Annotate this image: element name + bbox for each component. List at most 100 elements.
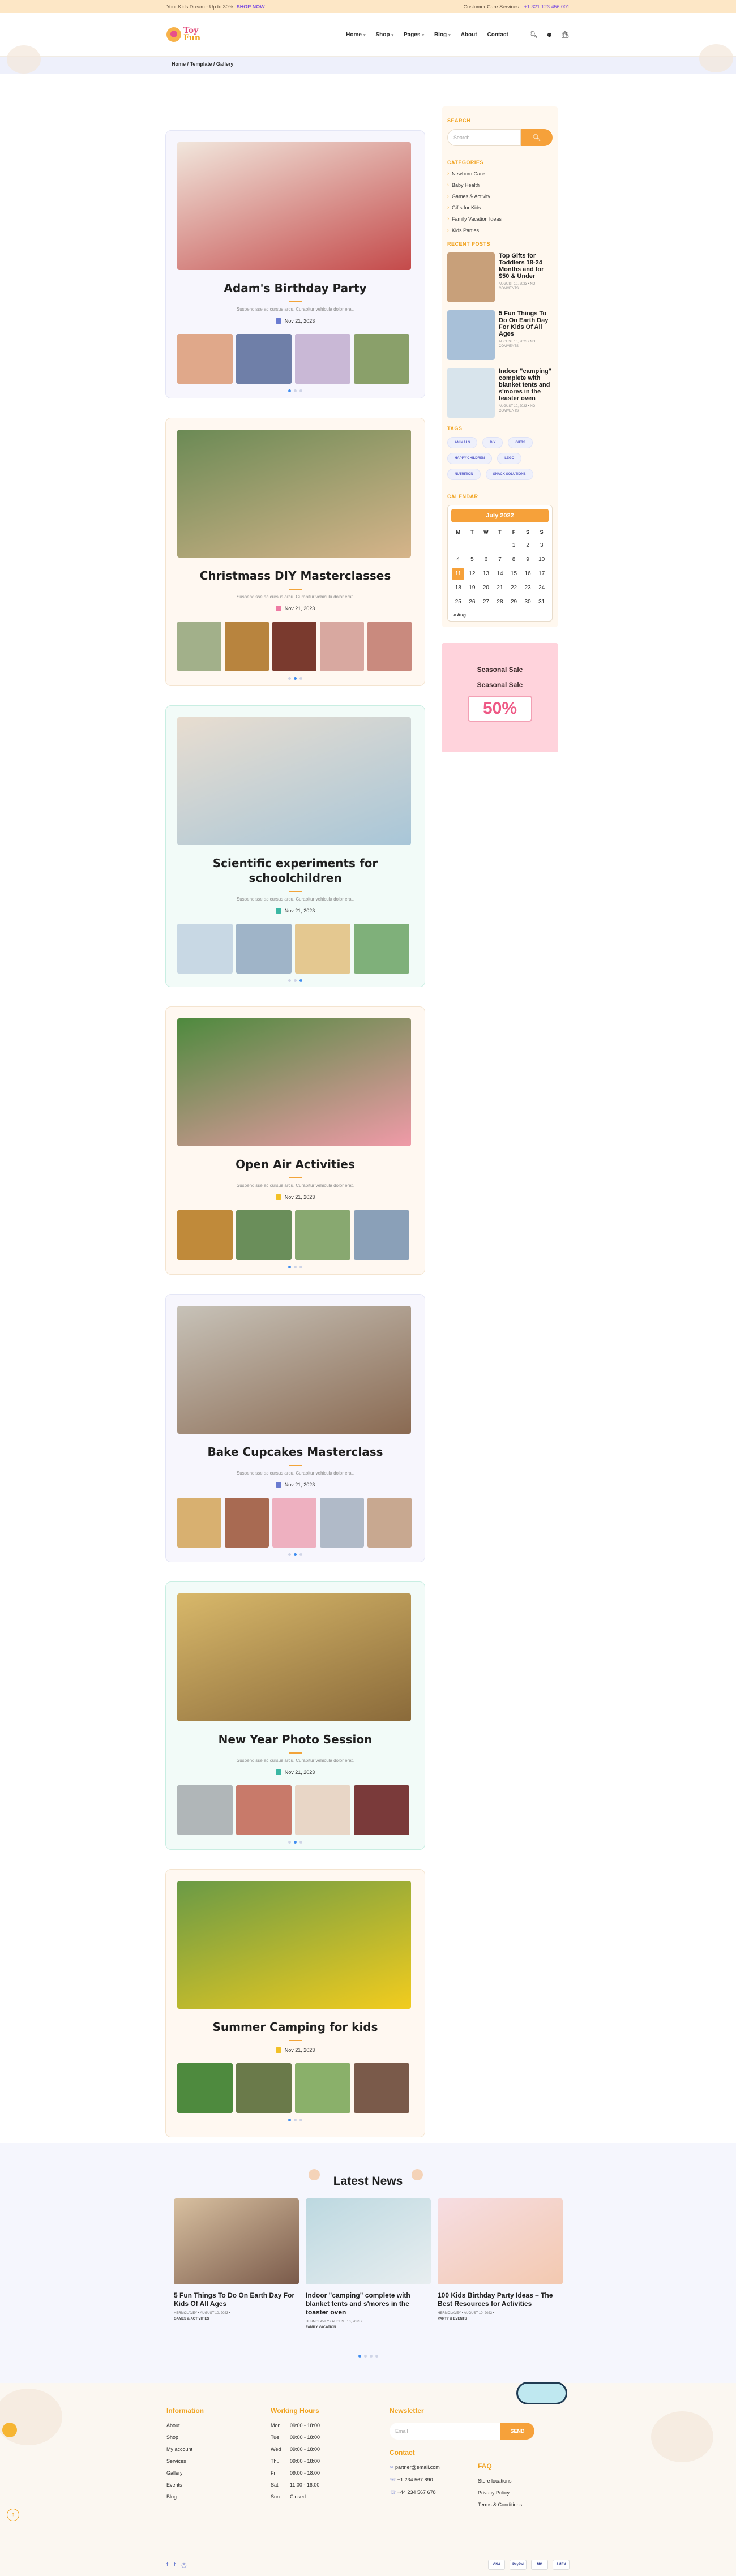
post-title[interactable]: Scientific experiments for schoolchildre… [177, 856, 413, 885]
search-icon[interactable]: 🔍︎ [529, 31, 538, 38]
thumbnail-image[interactable] [236, 2063, 292, 2113]
slider-dot[interactable] [294, 677, 297, 680]
recent-post[interactable]: Top Gifts for Toddlers 18-24 Months and … [447, 252, 553, 302]
thumbnail-image[interactable] [236, 924, 292, 974]
calendar-day[interactable]: 20 [479, 581, 493, 595]
thumbnail-image[interactable] [177, 1498, 221, 1548]
post-title[interactable]: Bake Cupcakes Masterclass [177, 1445, 413, 1459]
pagination-dot[interactable] [369, 2355, 373, 2358]
thumbnail-image[interactable] [236, 1785, 292, 1835]
calendar-day[interactable]: 4 [451, 552, 465, 567]
calendar-day[interactable]: 9 [521, 552, 535, 567]
tag-chip[interactable]: SNACK SOLUTIONS [485, 469, 533, 480]
cart-icon[interactable]: 👜︎ [561, 31, 570, 38]
calendar-day[interactable]: 14 [493, 567, 507, 581]
tag-chip[interactable]: LEGO [497, 453, 522, 464]
faq-link[interactable]: Terms & Conditions [478, 2502, 522, 2508]
calendar-today[interactable]: 11 [452, 567, 465, 580]
footer-link[interactable]: Gallery [166, 2470, 204, 2476]
category-link[interactable]: Games & Activity [447, 193, 553, 199]
faq-link[interactable]: Store locations [478, 2478, 522, 2484]
footer-link[interactable]: About [166, 2423, 204, 2428]
thumbnail-image[interactable] [177, 334, 233, 384]
slider-dot[interactable] [294, 1553, 297, 1556]
slider-dot[interactable] [288, 979, 291, 982]
search-input[interactable]: Search... [447, 129, 521, 146]
calendar-day[interactable]: 30 [521, 595, 535, 609]
thumbnail-image[interactable] [295, 334, 350, 384]
post-hero-image[interactable] [177, 1881, 411, 2009]
news-image[interactable] [306, 2198, 431, 2284]
footer-link[interactable]: My account [166, 2446, 204, 2452]
news-title[interactable]: Indoor "camping" complete with blanket t… [306, 2291, 431, 2317]
recent-post-title[interactable]: Indoor "camping" complete with blanket t… [499, 368, 553, 402]
slider-dot[interactable] [288, 389, 291, 392]
calendar-day[interactable]: 5 [465, 552, 480, 567]
post-hero-image[interactable] [177, 717, 411, 845]
thumbnail-image[interactable] [295, 2063, 350, 2113]
footer-link[interactable]: Blog [166, 2494, 204, 2500]
calendar-day[interactable]: 31 [534, 595, 549, 609]
tag-chip[interactable]: ANIMALS [447, 437, 478, 448]
recent-post-title[interactable]: 5 Fun Things To Do On Earth Day For Kids… [499, 310, 553, 337]
pagination-dot[interactable] [358, 2355, 361, 2358]
thumbnail-image[interactable] [225, 1498, 269, 1548]
faq-link[interactable]: Privacy Policy [478, 2490, 522, 2496]
thumbnail-image[interactable] [295, 1785, 350, 1835]
nav-item-blog[interactable]: Blog ▾ [434, 32, 451, 38]
recent-post[interactable]: 5 Fun Things To Do On Earth Day For Kids… [447, 310, 553, 360]
slider-dot[interactable] [294, 979, 297, 982]
scroll-top-icon[interactable]: ↑ [7, 2509, 19, 2521]
category-link[interactable]: Newborn Care [447, 170, 553, 177]
calendar-day[interactable]: 3 [534, 538, 549, 552]
news-card[interactable]: Indoor "camping" complete with blanket t… [306, 2198, 431, 2329]
thumbnail-image[interactable] [367, 1498, 412, 1548]
recent-post-image[interactable] [447, 368, 495, 418]
calendar-day[interactable]: 26 [465, 595, 480, 609]
post-hero-image[interactable] [177, 1306, 411, 1434]
calendar-day[interactable]: 7 [493, 552, 507, 567]
search-button[interactable]: 🔍︎ [521, 129, 553, 146]
tag-chip[interactable]: DIY [482, 437, 503, 448]
news-category[interactable]: FAMILY VACATION [306, 2326, 431, 2329]
thumbnail-image[interactable] [272, 622, 316, 671]
logo[interactable]: Toy Fun [166, 27, 200, 42]
user-icon[interactable]: ☻ [546, 31, 553, 38]
news-title[interactable]: 100 Kids Birthday Party Ideas – The Best… [438, 2291, 563, 2308]
send-button[interactable]: SEND [500, 2423, 534, 2440]
nav-item-pages[interactable]: Pages ▾ [404, 32, 424, 38]
post-title[interactable]: Adam's Birthday Party [177, 281, 413, 295]
slider-dot[interactable] [294, 2119, 297, 2121]
support-phone[interactable]: +1 321 123 456 001 [524, 4, 570, 10]
thumbnail-image[interactable] [354, 334, 409, 384]
pagination-dot[interactable] [363, 2355, 367, 2358]
calendar-day[interactable]: 15 [507, 567, 521, 581]
shop-now-link[interactable]: SHOP NOW [237, 4, 265, 10]
facebook-icon[interactable]: f [166, 2561, 168, 2569]
slider-dot[interactable] [299, 389, 302, 392]
recent-post-title[interactable]: Top Gifts for Toddlers 18-24 Months and … [499, 252, 553, 280]
footer-link[interactable]: Events [166, 2482, 204, 2488]
slider-dot[interactable] [294, 389, 297, 392]
slider-dot[interactable] [288, 1841, 291, 1844]
post-hero-image[interactable] [177, 1593, 411, 1721]
slider-dot[interactable] [299, 2119, 302, 2121]
slider-dot[interactable] [288, 677, 291, 680]
slider-dot[interactable] [294, 1841, 297, 1844]
thumbnail-image[interactable] [177, 1210, 233, 1260]
calendar-day[interactable]: 21 [493, 581, 507, 595]
calendar-day[interactable]: 2 [521, 538, 535, 552]
post-hero-image[interactable] [177, 430, 411, 558]
thumbnail-image[interactable] [177, 2063, 233, 2113]
thumbnail-image[interactable] [354, 1210, 409, 1260]
category-link[interactable]: Baby Health [447, 182, 553, 188]
tag-chip[interactable]: GIFTS [508, 437, 533, 448]
recent-post-image[interactable] [447, 310, 495, 360]
calendar-day[interactable]: 27 [479, 595, 493, 609]
thumbnail-image[interactable] [367, 622, 412, 671]
pagination-dot[interactable] [375, 2355, 378, 2358]
calendar-day[interactable]: 17 [534, 567, 549, 581]
category-link[interactable]: Family Vacation Ideas [447, 216, 553, 222]
nav-item-shop[interactable]: Shop ▾ [375, 32, 393, 38]
slider-dot[interactable] [299, 979, 302, 982]
